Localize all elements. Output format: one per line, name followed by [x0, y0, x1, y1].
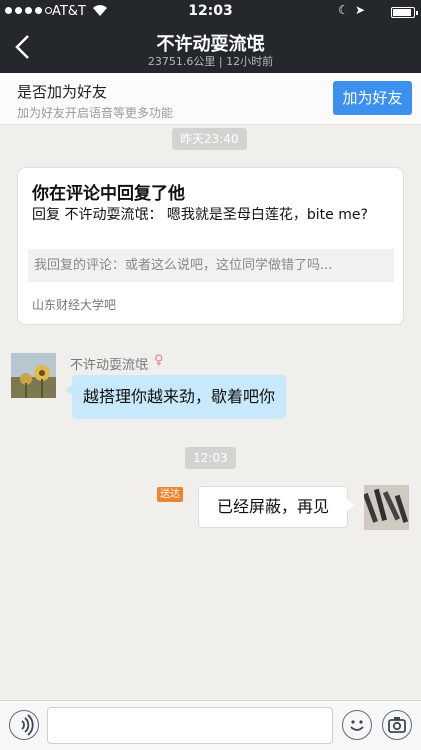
input-bar [0, 700, 421, 750]
add-friend-subtitle: 加为好友开启语音等更多功能 [17, 106, 174, 120]
card-title: 你在评论中回复了他 [32, 184, 185, 204]
quoted-comment: 我回复的评论：或者这么说吧，这位同学做错了吗... [28, 249, 394, 282]
add-friend-title: 是否加为好友 [17, 83, 108, 101]
contact-avatar[interactable] [11, 353, 56, 398]
chat-subtitle: 23751.6公里 | 12小时前 [147, 55, 274, 68]
outgoing-message-bubble[interactable]: 已经屏蔽，再见 [198, 486, 355, 528]
card-source: 山东财经大学吧 [32, 298, 117, 312]
status-icons: ☾➤ [338, 3, 371, 17]
do-not-disturb-icon: ☾ [338, 3, 355, 17]
navigation-bar: AT&T 12:03 ☾➤ 不许动耍流氓 23751.6公里 | 12小时前 [0, 0, 421, 73]
message-input[interactable] [47, 707, 333, 744]
emoji-icon[interactable] [342, 710, 372, 740]
sender-name: 不许动耍流氓 [70, 358, 149, 373]
my-avatar[interactable] [364, 485, 409, 530]
female-gender-icon: ♀ [154, 353, 164, 368]
location-icon: ➤ [354, 3, 371, 17]
add-friend-button[interactable]: 加为好友 [333, 81, 412, 115]
incoming-message-bubble[interactable]: 越搭理你越来劲，歇着吧你 [64, 375, 287, 419]
timestamp-tag: 12:03 [185, 447, 236, 469]
voice-icon[interactable] [9, 710, 39, 740]
delivered-status-badge: 送达 [157, 487, 183, 502]
camera-icon[interactable] [382, 710, 412, 740]
card-reply-text: 回复 不许动耍流氓： 嗯我就是圣母白莲花，bite me? [32, 207, 368, 223]
timestamp-tag: 昨天23:40 [172, 128, 247, 150]
comment-reply-card[interactable]: 你在评论中回复了他 回复 不许动耍流氓： 嗯我就是圣母白莲花，bite me? … [17, 167, 404, 325]
battery-icon [391, 7, 418, 18]
status-bar: AT&T 12:03 ☾➤ [0, 0, 421, 24]
